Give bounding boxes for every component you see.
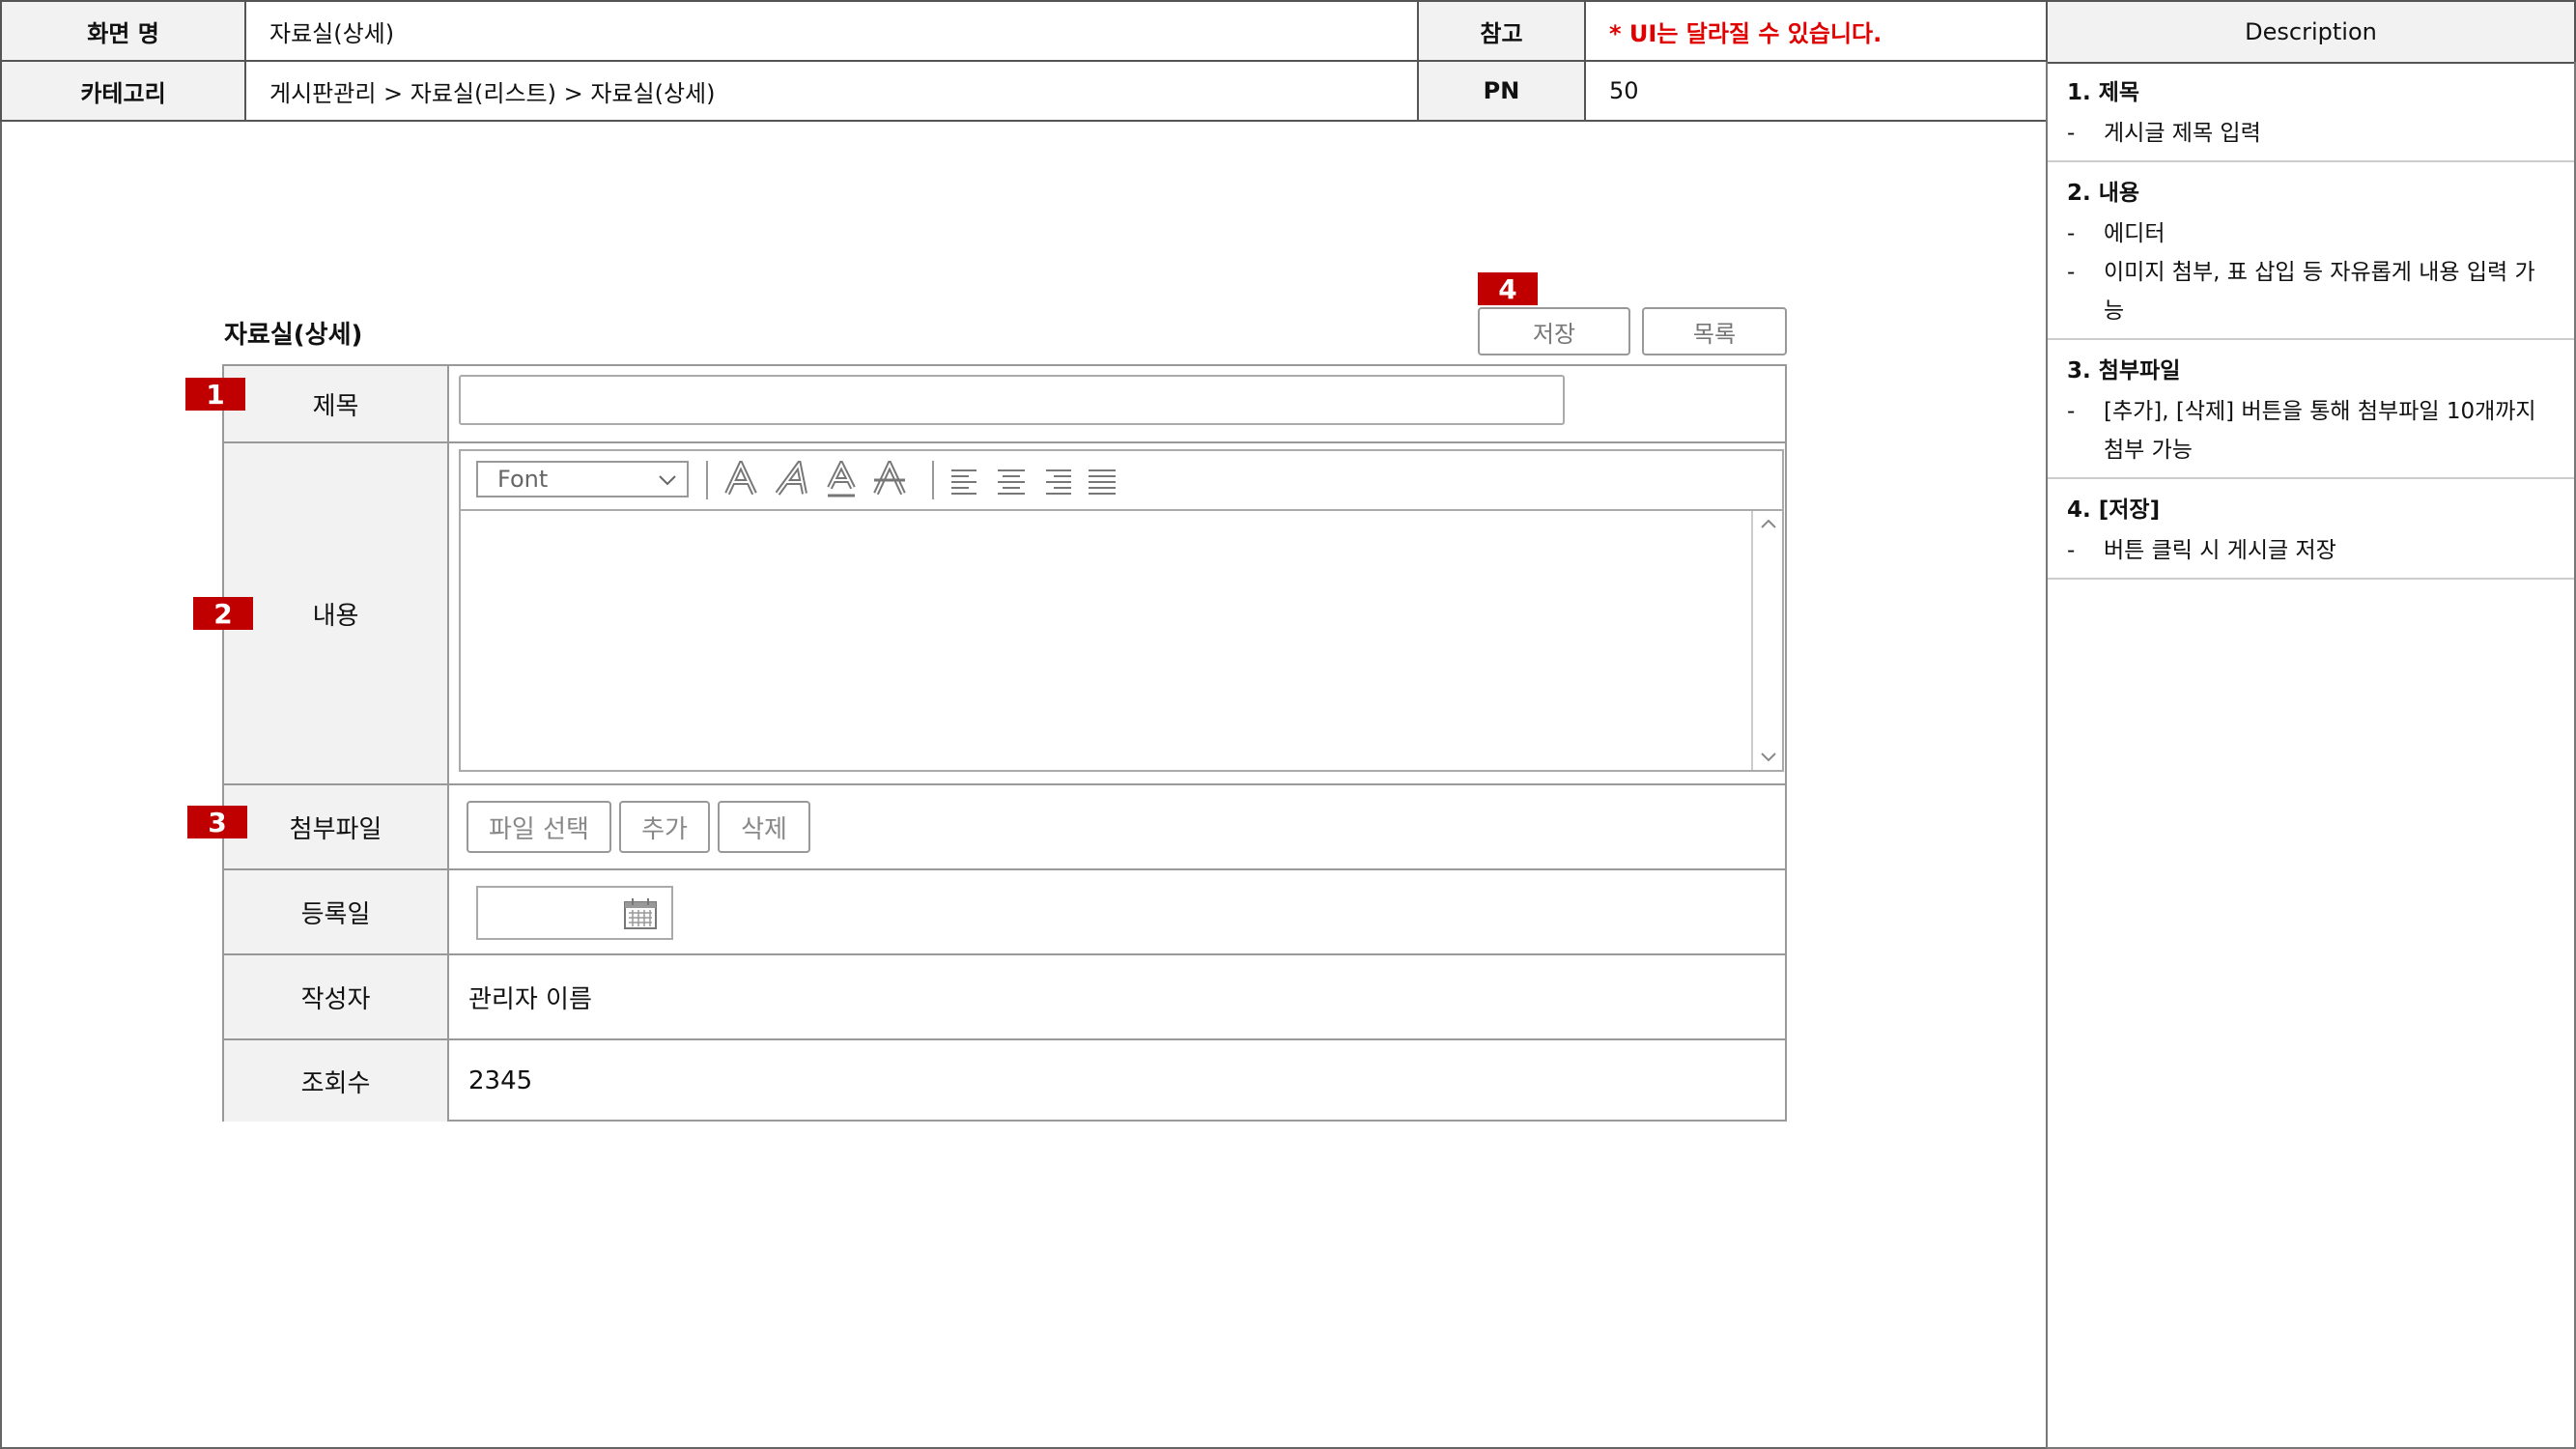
pn-label: PN <box>1417 60 1586 122</box>
underline-icon[interactable] <box>824 461 859 499</box>
description-line: - 버튼 클릭 시 게시글 저장 <box>2067 531 2555 570</box>
editor-toolbar: Font <box>461 451 1782 511</box>
date-input[interactable] <box>476 886 673 940</box>
description-line-text: 이미지 첨부, 표 삽입 등 자유롭게 내용 입력 가능 <box>2104 260 2535 324</box>
editor-content-area[interactable] <box>461 511 1751 770</box>
author-value: 관리자 이름 <box>468 984 592 1014</box>
author-row: 작성자 관리자 이름 <box>224 955 1785 1040</box>
toolbar-divider <box>706 461 708 499</box>
description-line-text: 버튼 클릭 시 게시글 저장 <box>2104 538 2336 563</box>
badge-2: 2 <box>193 597 253 630</box>
pn-value: 50 <box>1584 60 2048 122</box>
description-line-text: 에디터 <box>2104 221 2166 246</box>
date-label: 등록일 <box>224 870 449 953</box>
attach-label: 첨부파일 <box>224 785 449 868</box>
description-item: 1. 제목 - 게시글 제목 입력 <box>2048 62 2574 162</box>
description-line: - 에디터 <box>2067 214 2555 253</box>
content-cell: Font <box>451 443 1785 783</box>
align-justify-icon[interactable] <box>1085 461 1119 499</box>
description-line-text: 게시글 제목 입력 <box>2104 121 2261 146</box>
editor: Font <box>459 449 1784 772</box>
screen-name: 자료실(상세) <box>244 0 1419 62</box>
badge-4: 4 <box>1478 272 1538 305</box>
ref-note: * UI는 달라질 수 있습니다. <box>1584 0 2048 62</box>
scroll-down-icon[interactable] <box>1761 753 1776 762</box>
add-file-button[interactable]: 추가 <box>619 801 710 853</box>
attach-row: 첨부파일 파일 선택 추가 삭제 <box>224 785 1785 870</box>
description-list: 1. 제목 - 게시글 제목 입력 2. 내용 - 에디터 - 이미지 첨부, 표 삽입 등 … <box>2048 62 2574 580</box>
author-label: 작성자 <box>224 955 449 1038</box>
chevron-down-icon <box>659 475 676 486</box>
description-line: - 이미지 첨부, 표 삽입 등 자유롭게 내용 입력 가능 <box>2067 253 2555 330</box>
badge-1: 1 <box>185 378 245 411</box>
font-select[interactable]: Font <box>476 461 689 497</box>
bullet-dash: - <box>2067 121 2076 146</box>
toolbar-divider-2 <box>932 461 934 499</box>
description-item-title: 2. 내용 <box>2067 181 2140 206</box>
screen-name-label: 화면 명 <box>0 0 246 62</box>
bullet-dash: - <box>2067 221 2076 246</box>
bullet-dash: - <box>2067 260 2076 285</box>
subject-cell <box>451 366 1785 441</box>
description-title: Description <box>2046 0 2576 64</box>
align-left-icon[interactable] <box>948 461 982 499</box>
ref-label: 참고 <box>1417 0 1586 62</box>
bullet-dash: - <box>2067 538 2076 563</box>
bold-icon[interactable] <box>723 461 758 499</box>
views-label: 조회수 <box>224 1040 449 1122</box>
description-panel: 1. 제목 - 게시글 제목 입력 2. 내용 - 에디터 - 이미지 첨부, 표 삽입 등 … <box>2046 62 2576 1449</box>
form-table: 제목 내용 Font 첨부파일 파일 선택 추가 삭제 등록일 작성자 관리자 … <box>222 364 1787 1122</box>
subject-input[interactable] <box>459 375 1565 425</box>
align-center-icon[interactable] <box>994 461 1029 499</box>
views-value: 2345 <box>468 1066 533 1095</box>
category-label: 카테고리 <box>0 60 246 122</box>
views-row: 조회수 2345 <box>224 1040 1785 1122</box>
category-breadcrumb: 게시판관리 > 자료실(리스트) > 자료실(상세) <box>244 60 1419 122</box>
subject-row: 제목 <box>224 366 1785 443</box>
description-line: - [추가], [삭제] 버튼을 통해 첨부파일 10개까지 첨부 가능 <box>2067 392 2555 469</box>
content-label: 내용 <box>224 443 449 783</box>
date-cell <box>451 870 1785 953</box>
font-select-value: Font <box>497 466 549 493</box>
save-button[interactable]: 저장 <box>1478 307 1630 355</box>
content-row: 내용 Font <box>224 443 1785 785</box>
description-item: 4. [저장] - 버튼 클릭 시 게시글 저장 <box>2048 479 2574 580</box>
form-title: 자료실(상세) <box>224 321 363 350</box>
date-row: 등록일 <box>224 870 1785 955</box>
attach-cell: 파일 선택 추가 삭제 <box>451 785 1785 868</box>
description-item-title: 4. [저장] <box>2067 497 2161 523</box>
bullet-dash: - <box>2067 399 2076 424</box>
description-line-text: [추가], [삭제] 버튼을 통해 첨부파일 10개까지 첨부 가능 <box>2104 399 2536 463</box>
subject-label: 제목 <box>224 366 449 441</box>
description-item: 2. 내용 - 에디터 - 이미지 첨부, 표 삽입 등 자유롭게 내용 입력 가능 <box>2048 162 2574 340</box>
description-item-title: 1. 제목 <box>2067 80 2140 105</box>
description-line: - 게시글 제목 입력 <box>2067 114 2555 153</box>
delete-file-button[interactable]: 삭제 <box>718 801 810 853</box>
list-button[interactable]: 목록 <box>1642 307 1787 355</box>
description-item-title: 3. 첨부파일 <box>2067 358 2181 384</box>
calendar-icon[interactable] <box>623 897 658 930</box>
file-select-button[interactable]: 파일 선택 <box>467 801 611 853</box>
align-right-icon[interactable] <box>1040 461 1075 499</box>
italic-icon[interactable] <box>776 461 810 499</box>
description-item: 3. 첨부파일 - [추가], [삭제] 버튼을 통해 첨부파일 10개까지 첨부 … <box>2048 340 2574 479</box>
scroll-up-icon[interactable] <box>1761 519 1776 528</box>
strikethrough-icon[interactable] <box>872 461 907 499</box>
editor-scrollbar[interactable] <box>1751 511 1782 770</box>
badge-3: 3 <box>187 806 247 838</box>
